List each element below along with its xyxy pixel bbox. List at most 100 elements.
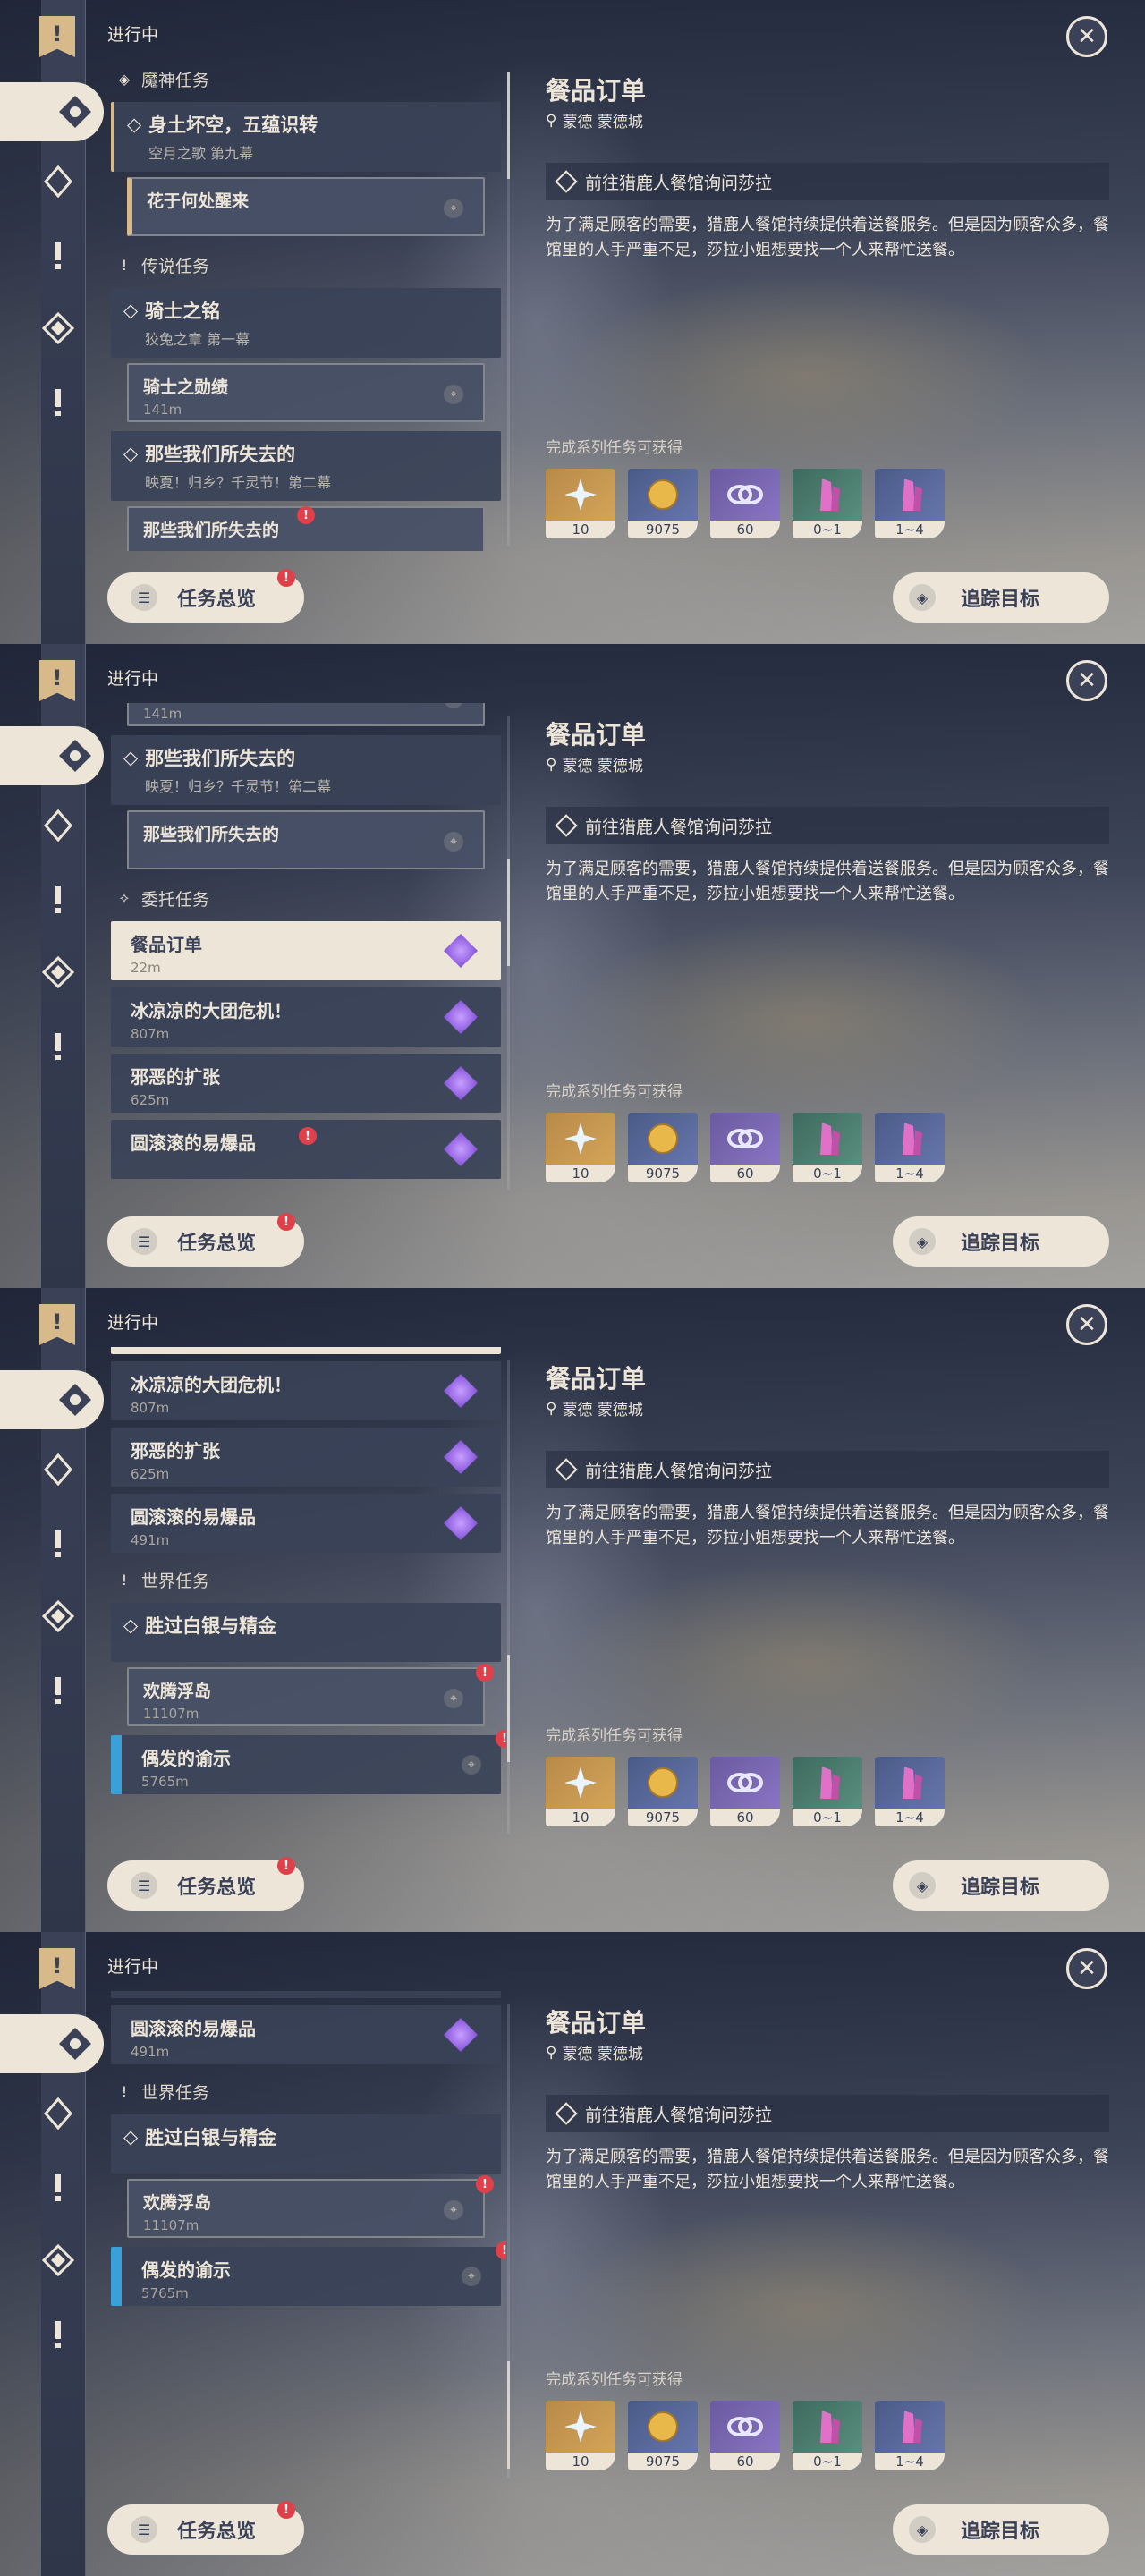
reward-count: 9075 (628, 2453, 698, 2470)
tab-story[interactable] (34, 1445, 82, 1494)
reward-primogem[interactable]: 10 (546, 1113, 615, 1182)
quest-step[interactable]: 那些我们所失去的 ⌖ (127, 810, 485, 869)
location-icon: ⚲ (546, 2043, 557, 2062)
quest-commission[interactable]: 圆滚滚的易爆品 491m (111, 1494, 501, 1553)
quest-group-legend-2[interactable]: ◇ 那些我们所失去的 映夏！归乡？千灵节！第二幕 (111, 735, 501, 805)
detail-objective: 前往猎鹿人餐馆询问莎拉 (546, 807, 1109, 844)
track-label: 追踪目标 (961, 589, 1040, 611)
quest-commission-active[interactable]: 餐品订单22m (111, 921, 501, 980)
quest-commission[interactable]: 圆滚滚的易爆品 491m (111, 2005, 501, 2064)
location-pin-icon[interactable]: ⌖ (462, 1755, 481, 1775)
reward-primogem[interactable]: 10 (546, 469, 615, 538)
tab-world[interactable] (34, 1021, 82, 1070)
reward-count: 10 (546, 1165, 615, 1182)
quest-step[interactable]: 花于何处醒来 ⌖ (127, 177, 485, 236)
reward-crystal-purple[interactable]: 1~4 (875, 2401, 945, 2470)
scrollbar[interactable] (507, 2004, 510, 2478)
quest-commission[interactable]: 圆滚滚的易爆品! (111, 1120, 501, 1179)
reward-mora[interactable]: 9075 (628, 469, 698, 538)
quest-world[interactable]: 偶发的谕示 5765m ⌖! (111, 2241, 506, 2306)
overview-button[interactable]: ☰ 任务总览! (107, 2501, 304, 2555)
quest-group-legend-1[interactable]: ◇ 骑士之铭 狡兔之章 第一幕 (111, 288, 501, 358)
overview-button[interactable]: ☰ 任务总览! (107, 1213, 304, 1267)
location-pin-icon[interactable]: ⌖ (444, 1689, 463, 1708)
tab-commission[interactable] (34, 2236, 82, 2284)
reward-crystal-purple[interactable]: 1~4 (875, 1757, 945, 1826)
quest-step[interactable]: 欢腾浮岛 11107m ⌖! (127, 2175, 494, 2238)
location-pin-icon[interactable]: ⌖ (444, 199, 463, 218)
tab-story[interactable] (34, 157, 82, 206)
reward-count: 1~4 (875, 1165, 945, 1182)
quest-commission[interactable]: 冰凉凉的大团危机！ 807m (111, 1361, 501, 1420)
scrollbar[interactable] (507, 72, 510, 546)
tab-world[interactable] (34, 377, 82, 426)
quest-step[interactable]: 那些我们所失去的! (127, 506, 485, 551)
reward-crystal-green[interactable]: 0~1 (793, 469, 862, 538)
close-button[interactable]: ✕ (1066, 1948, 1107, 1989)
scrollbar[interactable] (507, 1360, 510, 1834)
location-pin-icon[interactable]: ⌖ (444, 385, 463, 404)
quest-world[interactable]: 偶发的谕示 5765m ⌖! (111, 1730, 506, 1794)
quest-step[interactable]: 欢腾浮岛 11107m ⌖! (127, 1664, 494, 1726)
reward-crystal-purple[interactable]: 1~4 (875, 1113, 945, 1182)
tab-legend[interactable] (34, 2163, 82, 2211)
reward-crystal-green[interactable]: 0~1 (793, 1757, 862, 1826)
overview-button[interactable]: ☰ 任务总览! (107, 1857, 304, 1911)
scroll-thumb[interactable] (507, 1655, 510, 1762)
track-button[interactable]: ◈ 追踪目标 (893, 1860, 1109, 1911)
tab-commission[interactable] (34, 304, 82, 352)
quest-group-archon[interactable]: ◇ 身土坏空，五蕴识转 空月之歌 第九幕 (111, 102, 501, 172)
quest-distance: 5765m (141, 2285, 189, 2301)
scrollbar[interactable] (507, 716, 510, 1190)
close-button[interactable]: ✕ (1066, 660, 1107, 701)
scroll-thumb[interactable] (507, 2361, 510, 2469)
tab-archon-active[interactable] (0, 1370, 104, 1429)
tab-legend[interactable] (34, 1519, 82, 1567)
track-button[interactable]: ◈ 追踪目标 (893, 1216, 1109, 1267)
scroll-thumb[interactable] (507, 72, 510, 179)
quest-step[interactable]: 骑士之勋绩141m⌖ (127, 363, 485, 422)
tab-archon-active[interactable] (0, 2014, 104, 2073)
location-pin-icon[interactable]: ⌖ (444, 832, 463, 852)
tab-commission[interactable] (34, 948, 82, 996)
location-pin-icon[interactable]: ⌖ (462, 2267, 481, 2286)
tab-legend[interactable] (34, 875, 82, 923)
reward-mora[interactable]: 9075 (628, 2401, 698, 2470)
quest-commission[interactable]: 邪恶的扩张625m (111, 1054, 501, 1113)
close-button[interactable]: ✕ (1066, 1304, 1107, 1345)
tab-archon-active[interactable] (0, 82, 104, 141)
quest-group-world[interactable]: ◇ 胜过白银与精金 (111, 1603, 501, 1662)
reward-crystal-green[interactable]: 0~1 (793, 1113, 862, 1182)
quest-commission[interactable]: 邪恶的扩张625m (111, 1991, 501, 1998)
quest-commission[interactable]: 邪恶的扩张625m (111, 1428, 501, 1487)
reward-adventure-exp[interactable]: 60 (710, 1113, 780, 1182)
quest-commission-active[interactable]: 餐品订单22m (111, 1347, 501, 1354)
reward-primogem[interactable]: 10 (546, 2401, 615, 2470)
reward-mora[interactable]: 9075 (628, 1113, 698, 1182)
quest-group-world[interactable]: ◇ 胜过白银与精金 (111, 2114, 501, 2174)
quest-distance: 625m (131, 1092, 170, 1108)
quest-step[interactable]: 骑士之勋绩141m⌖ (127, 703, 485, 726)
tab-commission[interactable] (34, 1592, 82, 1640)
quest-commission[interactable]: 冰凉凉的大团危机！ 807m (111, 987, 501, 1046)
track-button[interactable]: ◈ 追踪目标 (893, 2504, 1109, 2555)
quest-group-legend-2[interactable]: ◇ 那些我们所失去的 映夏！归乡？千灵节！第二幕 (111, 431, 501, 501)
reward-primogem[interactable]: 10 (546, 1757, 615, 1826)
tab-story[interactable] (34, 801, 82, 850)
reward-adventure-exp[interactable]: 60 (710, 1757, 780, 1826)
reward-crystal-purple[interactable]: 1~4 (875, 469, 945, 538)
close-button[interactable]: ✕ (1066, 16, 1107, 57)
location-pin-icon[interactable]: ⌖ (444, 2200, 463, 2220)
tab-archon-active[interactable] (0, 726, 104, 785)
scroll-thumb[interactable] (507, 859, 510, 966)
track-button[interactable]: ◈ 追踪目标 (893, 572, 1109, 623)
tab-story[interactable] (34, 2089, 82, 2138)
reward-adventure-exp[interactable]: 60 (710, 2401, 780, 2470)
overview-button[interactable]: ☰ 任务总览! (107, 569, 304, 623)
reward-mora[interactable]: 9075 (628, 1757, 698, 1826)
reward-crystal-green[interactable]: 0~1 (793, 2401, 862, 2470)
tab-legend[interactable] (34, 231, 82, 279)
tab-world[interactable] (34, 2309, 82, 2358)
reward-adventure-exp[interactable]: 60 (710, 469, 780, 538)
tab-world[interactable] (34, 1665, 82, 1714)
